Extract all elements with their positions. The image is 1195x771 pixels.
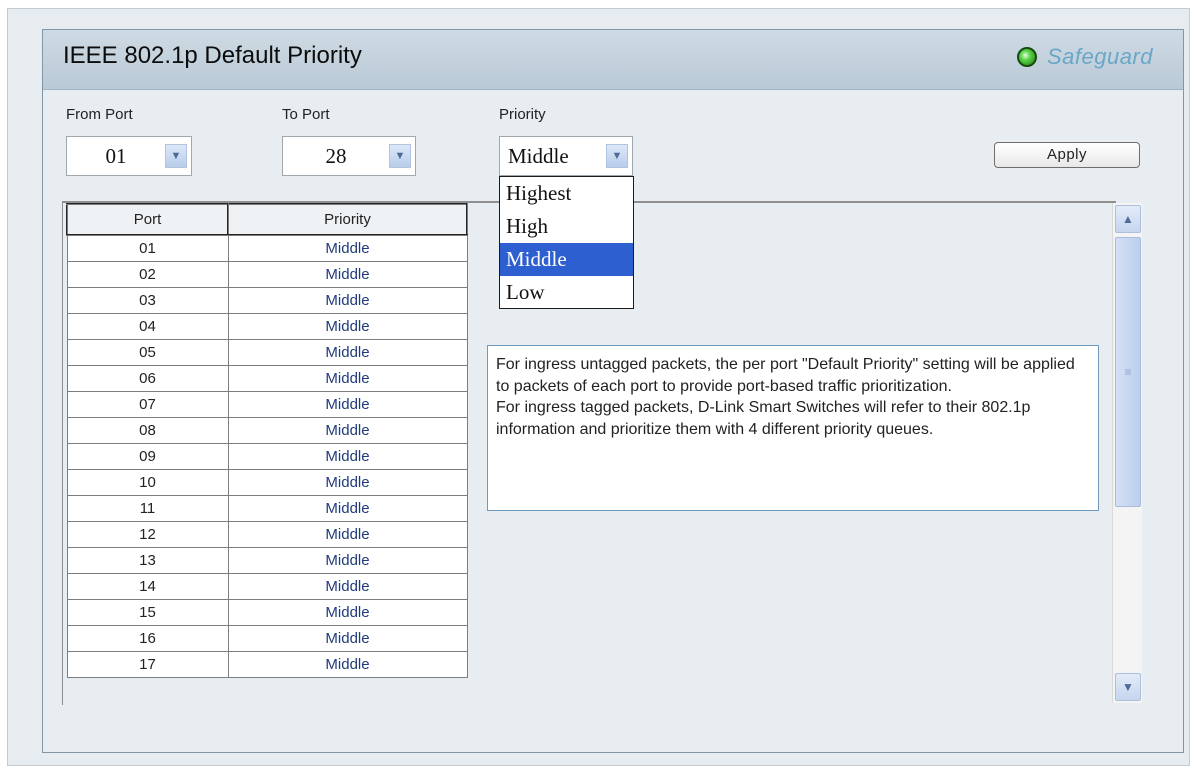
priority-cell: Middle <box>227 573 468 600</box>
priority-option-middle[interactable]: Middle <box>500 243 633 276</box>
port-cell: 17 <box>66 651 229 678</box>
port-cell: 03 <box>66 287 229 314</box>
priority-cell: Middle <box>227 234 468 262</box>
table-row: 01 Middle <box>66 234 468 262</box>
priority-cell: Middle <box>227 339 468 366</box>
priority-cell: Middle <box>227 651 468 678</box>
safeguard-indicator: Safeguard <box>1016 44 1153 70</box>
from-port-label: From Port <box>66 106 133 123</box>
page-title: IEEE 802.1p Default Priority <box>63 42 362 69</box>
port-priority-table: Port Priority 01 Middle 02 Middle 03 Middle 04… <box>66 203 468 678</box>
port-cell: 05 <box>66 339 229 366</box>
priority-cell: Middle <box>227 547 468 574</box>
port-cell: 15 <box>66 599 229 626</box>
chevron-down-icon[interactable]: ▼ <box>1115 673 1141 701</box>
status-dot-icon <box>1016 47 1037 67</box>
priority-cell: Middle <box>227 443 468 470</box>
from-port-value: 01 <box>105 143 127 168</box>
chevron-down-icon[interactable]: ▼ <box>389 144 411 168</box>
chevron-down-icon[interactable]: ▼ <box>165 144 187 168</box>
priority-option-highest[interactable]: Highest <box>500 177 633 210</box>
priority-cell: Middle <box>227 365 468 392</box>
table-row: 08 Middle <box>66 417 468 444</box>
to-port-value: 28 <box>325 143 347 168</box>
apply-button[interactable]: Apply <box>994 142 1140 168</box>
table-row: 07 Middle <box>66 391 468 418</box>
priority-select[interactable]: Middle ▼ <box>499 136 633 176</box>
from-port-select[interactable]: 01 ▼ <box>66 136 192 176</box>
chevron-up-icon[interactable]: ▲ <box>1115 205 1141 233</box>
table-row: 11 Middle <box>66 495 468 522</box>
vertical-scrollbar[interactable]: ▲ ≡ ▼ <box>1112 203 1142 703</box>
port-cell: 04 <box>66 313 229 340</box>
to-port-label: To Port <box>282 106 330 123</box>
table-row: 06 Middle <box>66 365 468 392</box>
port-cell: 02 <box>66 261 229 288</box>
table-row: 13 Middle <box>66 547 468 574</box>
priority-label: Priority <box>499 106 546 123</box>
port-cell: 14 <box>66 573 229 600</box>
port-cell: 12 <box>66 521 229 548</box>
panel-header: IEEE 802.1p Default Priority Safeguard <box>43 30 1183 90</box>
info-box: For ingress untagged packets, the per po… <box>487 345 1099 511</box>
info-tagged-text: For ingress tagged packets, D-Link Smart… <box>496 399 1031 438</box>
table-row: 17 Middle <box>66 651 468 678</box>
priority-cell: Middle <box>227 261 468 288</box>
priority-cell: Middle <box>227 469 468 496</box>
priority-dropdown-list: Highest High Middle Low <box>499 176 634 309</box>
port-cell: 08 <box>66 417 229 444</box>
priority-cell: Middle <box>227 599 468 626</box>
port-cell: 16 <box>66 625 229 652</box>
table-row: 03 Middle <box>66 287 468 314</box>
priority-option-high[interactable]: High <box>500 210 633 243</box>
priority-option-low[interactable]: Low <box>500 276 633 309</box>
scrollbar-thumb[interactable]: ≡ <box>1115 237 1141 507</box>
priority-value: Middle <box>508 143 569 168</box>
table-row: 15 Middle <box>66 599 468 626</box>
column-header-port: Port <box>66 203 229 236</box>
table-row: 10 Middle <box>66 469 468 496</box>
priority-cell: Middle <box>227 495 468 522</box>
priority-cell: Middle <box>227 287 468 314</box>
port-cell: 09 <box>66 443 229 470</box>
table-row: 16 Middle <box>66 625 468 652</box>
priority-cell: Middle <box>227 521 468 548</box>
safeguard-label: Safeguard <box>1046 44 1153 69</box>
port-cell: 07 <box>66 391 229 418</box>
priority-cell: Middle <box>227 391 468 418</box>
table-row: 02 Middle <box>66 261 468 288</box>
info-untagged-text: For ingress untagged packets, the per po… <box>496 356 1075 395</box>
table-row: 04 Middle <box>66 313 468 340</box>
table-row: 12 Middle <box>66 521 468 548</box>
priority-cell: Middle <box>227 625 468 652</box>
priority-cell: Middle <box>227 313 468 340</box>
column-header-priority: Priority <box>227 203 468 236</box>
table-row: 14 Middle <box>66 573 468 600</box>
to-port-select[interactable]: 28 ▼ <box>282 136 416 176</box>
port-cell: 01 <box>66 234 229 262</box>
port-cell: 06 <box>66 365 229 392</box>
table-row: 05 Middle <box>66 339 468 366</box>
port-cell: 10 <box>66 469 229 496</box>
port-cell: 13 <box>66 547 229 574</box>
table-row: 09 Middle <box>66 443 468 470</box>
chevron-down-icon[interactable]: ▼ <box>606 144 628 168</box>
priority-cell: Middle <box>227 417 468 444</box>
port-cell: 11 <box>66 495 229 522</box>
